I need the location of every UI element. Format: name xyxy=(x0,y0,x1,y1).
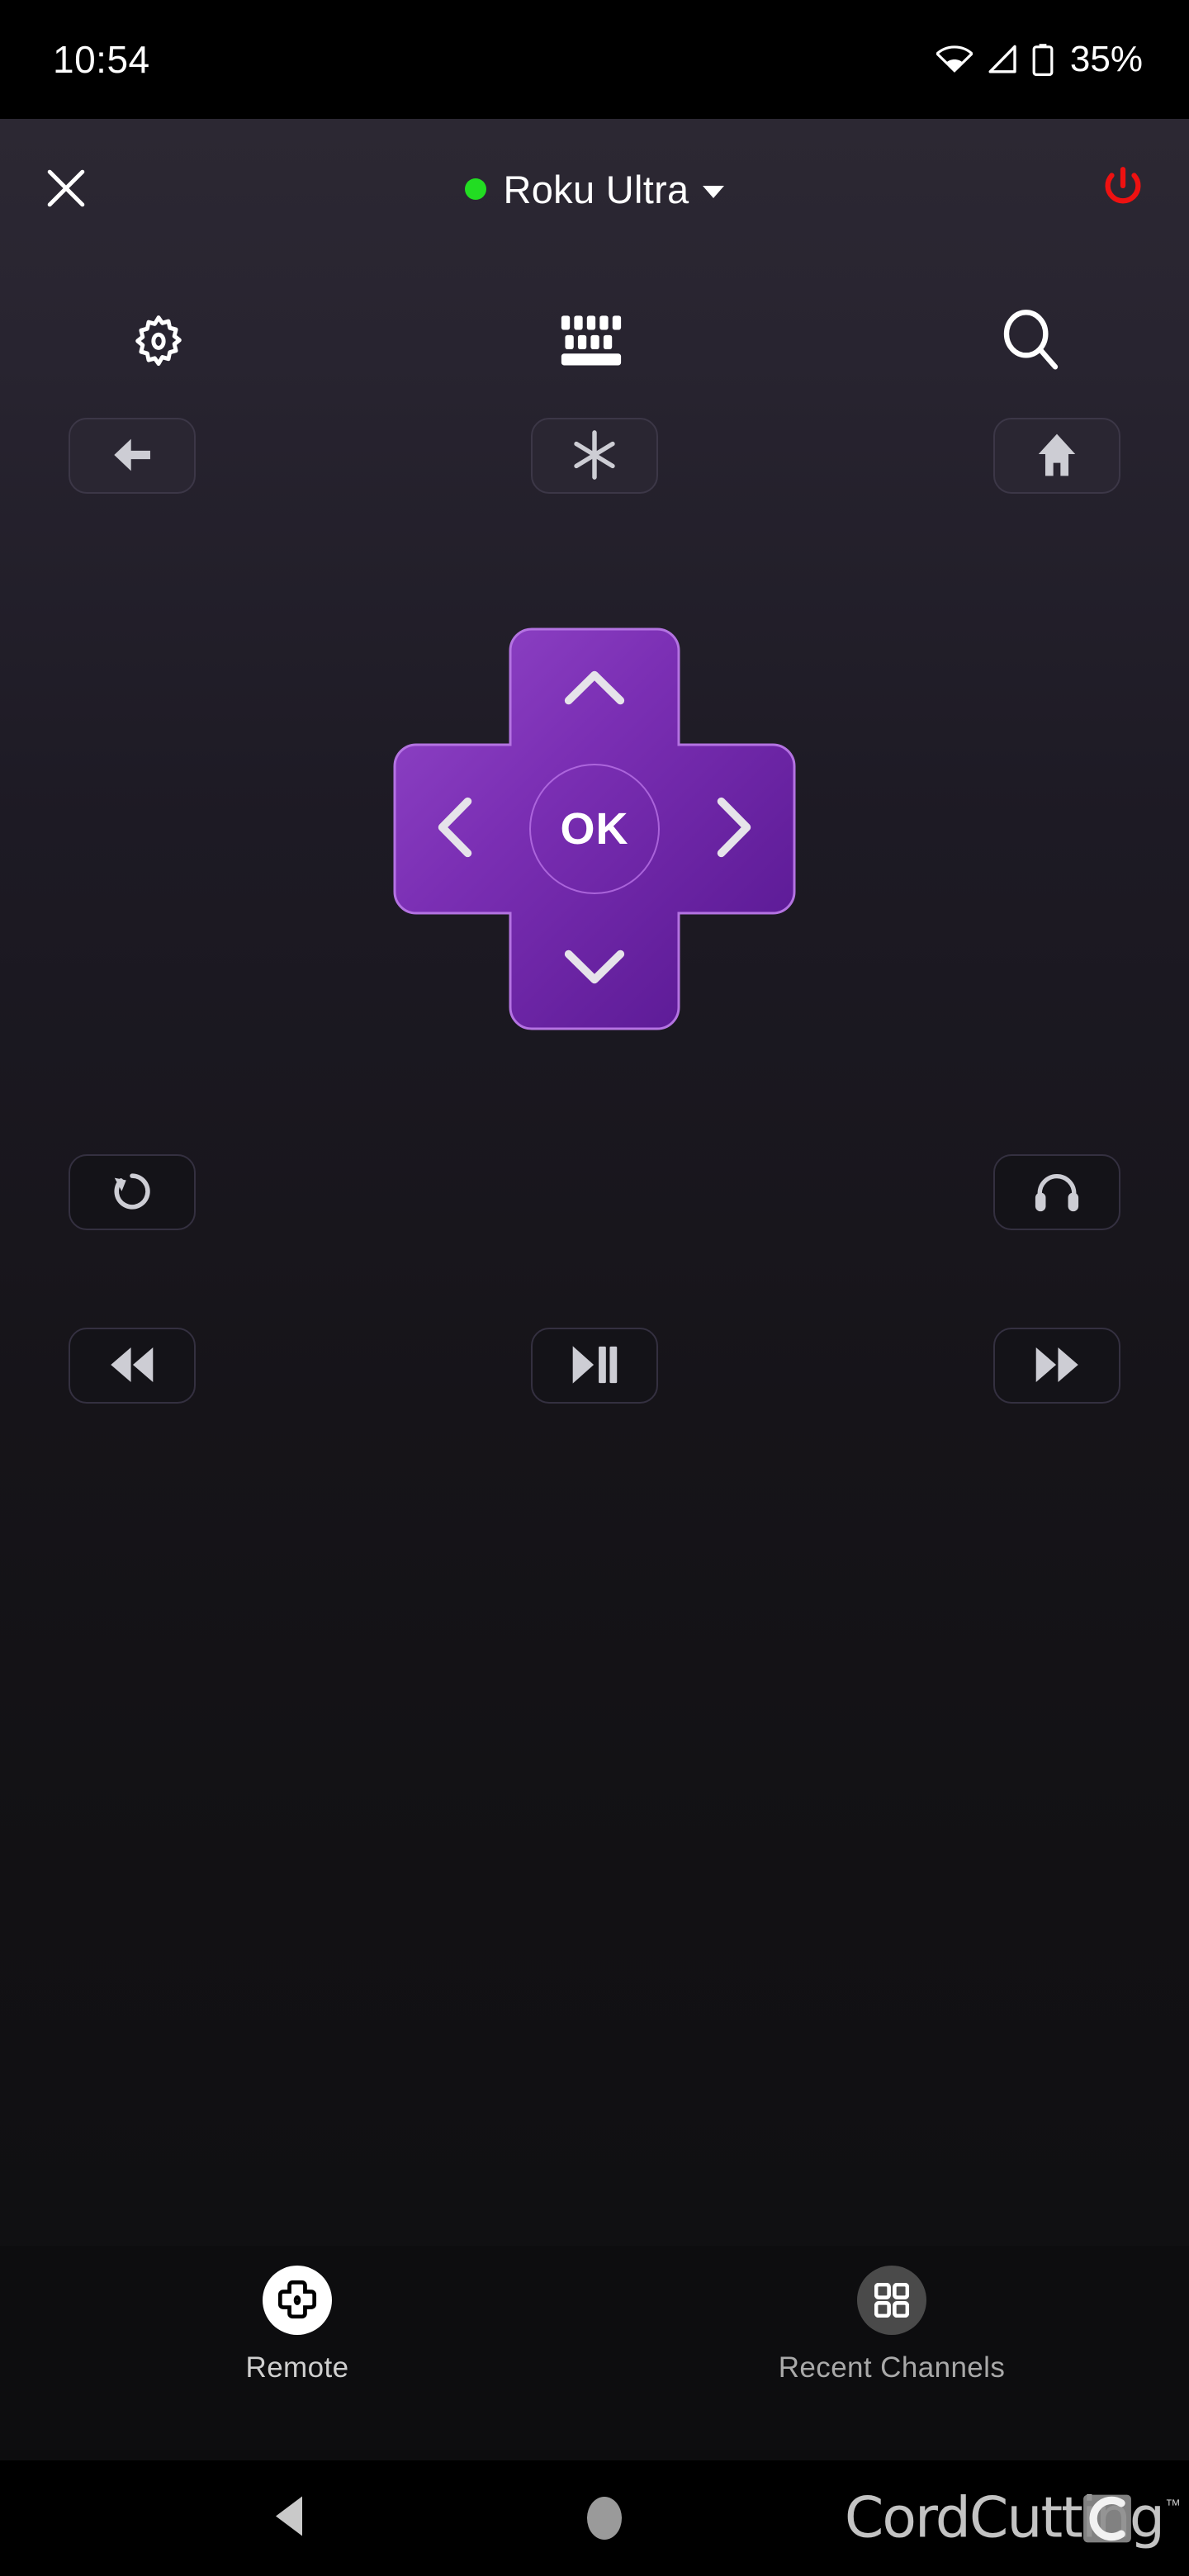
wifi-icon xyxy=(936,45,973,73)
status-bar: 10:54 35% xyxy=(0,0,1189,119)
arrow-left-icon xyxy=(107,429,158,483)
power-icon xyxy=(1099,164,1147,215)
fast-forward-button[interactable] xyxy=(993,1328,1120,1404)
cordcutting-watermark: CordCutting ™ xyxy=(845,2486,1181,2551)
tab-recent-channels[interactable]: Recent Channels xyxy=(768,2266,1016,2384)
chevron-down-icon xyxy=(564,948,625,990)
device-status-dot xyxy=(465,178,487,200)
roku-remote-app: Roku Ultra OK Remote Recent Channels xyxy=(0,119,1189,2460)
dpad: OK xyxy=(393,627,796,1030)
home-icon xyxy=(1034,431,1080,481)
search-button[interactable] xyxy=(964,292,1097,388)
dpad-container: OK xyxy=(0,573,1189,1085)
fast-forward-icon xyxy=(1031,1345,1082,1387)
android-back-icon[interactable] xyxy=(272,2494,306,2543)
close-button[interactable] xyxy=(28,151,104,227)
utility-button-row xyxy=(0,1154,1189,1230)
status-icons: 35% xyxy=(936,39,1143,80)
tab-recent-channels-label: Recent Channels xyxy=(778,2351,1006,2384)
home-button[interactable] xyxy=(993,418,1120,494)
dpad-up-button[interactable] xyxy=(530,627,659,751)
android-home-icon[interactable] xyxy=(587,2497,622,2540)
utility-row-spacer xyxy=(531,1154,658,1230)
chevron-right-icon xyxy=(715,797,753,862)
tab-remote-label: Remote xyxy=(245,2351,349,2384)
dpad-icon xyxy=(263,2266,332,2335)
chevron-left-icon xyxy=(436,797,474,862)
chevron-up-icon xyxy=(564,669,625,711)
back-button[interactable] xyxy=(69,418,196,494)
nav-button-row xyxy=(0,418,1189,494)
power-button[interactable] xyxy=(1085,151,1161,227)
settings-button[interactable] xyxy=(92,292,225,388)
media-button-row xyxy=(0,1328,1189,1404)
headphones-icon xyxy=(1033,1169,1081,1216)
play-pause-icon xyxy=(570,1343,619,1389)
status-clock: 10:54 xyxy=(53,38,150,81)
options-button[interactable] xyxy=(531,418,658,494)
grid-icon xyxy=(857,2266,926,2335)
battery-percent: 35% xyxy=(1069,39,1143,79)
ok-label: OK xyxy=(560,804,629,854)
battery-icon xyxy=(1032,43,1054,76)
cellular-signal-icon xyxy=(986,45,1019,74)
dpad-right-button[interactable] xyxy=(672,765,796,893)
chevron-down-icon xyxy=(702,185,724,198)
ok-button[interactable]: OK xyxy=(529,764,660,894)
bottom-tab-bar: Remote Recent Channels xyxy=(0,2246,1189,2460)
quick-icon-row xyxy=(0,292,1189,388)
dpad-left-button[interactable] xyxy=(393,765,517,893)
dpad-down-button[interactable] xyxy=(530,907,659,1030)
search-icon xyxy=(997,306,1063,375)
gear-icon xyxy=(126,307,191,374)
device-selector[interactable]: Roku Ultra xyxy=(465,167,724,212)
replay-icon xyxy=(108,1167,156,1218)
rewind-icon xyxy=(107,1345,158,1387)
headphones-button[interactable] xyxy=(993,1154,1120,1230)
keyboard-button[interactable] xyxy=(528,292,661,388)
asterisk-icon xyxy=(571,429,618,483)
rewind-button[interactable] xyxy=(69,1328,196,1404)
play-pause-button[interactable] xyxy=(531,1328,658,1404)
keyboard-icon xyxy=(559,313,630,368)
trademark-symbol: ™ xyxy=(1165,2497,1181,2515)
cordcutting-logo-mark xyxy=(1083,2494,1131,2542)
replay-button[interactable] xyxy=(69,1154,196,1230)
close-icon xyxy=(43,165,89,214)
app-header: Roku Ultra xyxy=(0,119,1189,259)
android-nav-bar: CordCutting ™ xyxy=(0,2460,1189,2576)
device-name: Roku Ultra xyxy=(503,167,689,211)
tab-remote[interactable]: Remote xyxy=(173,2266,421,2384)
